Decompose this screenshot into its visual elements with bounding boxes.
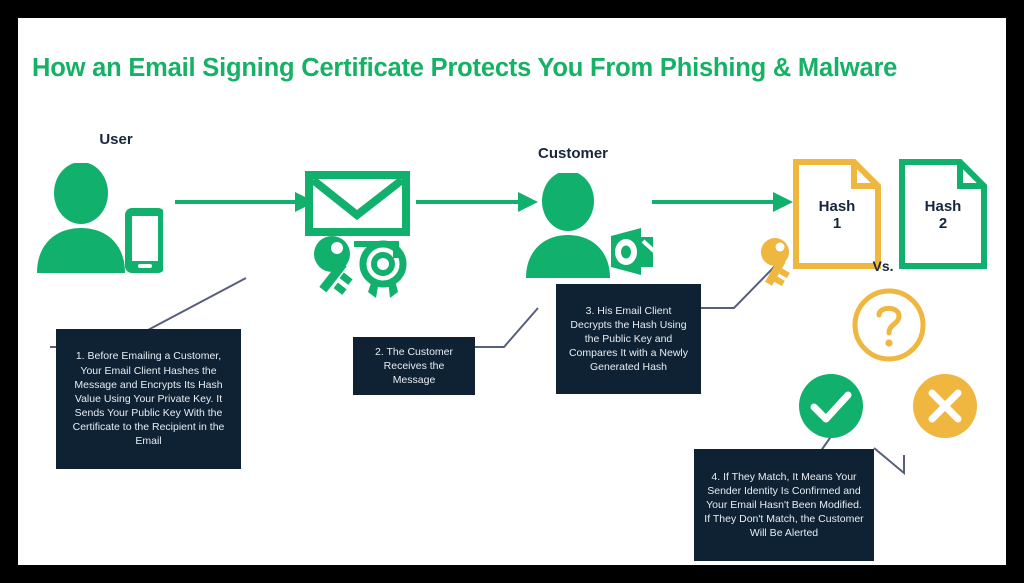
- infographic-frame: How an Email Signing Certificate Protect…: [18, 18, 1006, 565]
- vs-label: Vs.: [872, 258, 894, 274]
- node-label-user: User: [99, 131, 133, 148]
- leader-line-step-4: [873, 447, 905, 476]
- node-label-customer: Customer: [537, 145, 608, 162]
- checkmark-circle-icon: [799, 374, 863, 438]
- hash-1-label: Hash 1: [818, 198, 856, 233]
- arrow-email-to-customer: [416, 192, 538, 212]
- user-with-phone-icon: [37, 163, 163, 273]
- callout-step-3: 3. His Email Client Decrypts the Hash Us…: [556, 284, 701, 394]
- callout-step-4: 4. If They Match, It Means Your Sender I…: [694, 449, 874, 561]
- cross-circle-icon: [913, 374, 977, 438]
- customer-with-mail-client-icon: [526, 173, 653, 278]
- hash-2-label: Hash 2: [924, 198, 962, 233]
- arrow-user-to-email: [175, 192, 315, 212]
- callout-step-1: 1. Before Emailing a Customer, Your Emai…: [56, 329, 241, 469]
- callout-step-2: 2. The Customer Receives the Message: [353, 337, 475, 395]
- arrow-customer-to-hash: [652, 192, 793, 212]
- envelope-icon: [305, 171, 410, 236]
- infographic-canvas: How an Email Signing Certificate Protect…: [18, 18, 1006, 565]
- key-and-certificate-seal-icon: [314, 236, 407, 298]
- question-mark-circle-icon: [852, 288, 926, 362]
- leader-line-step-2: [464, 307, 539, 348]
